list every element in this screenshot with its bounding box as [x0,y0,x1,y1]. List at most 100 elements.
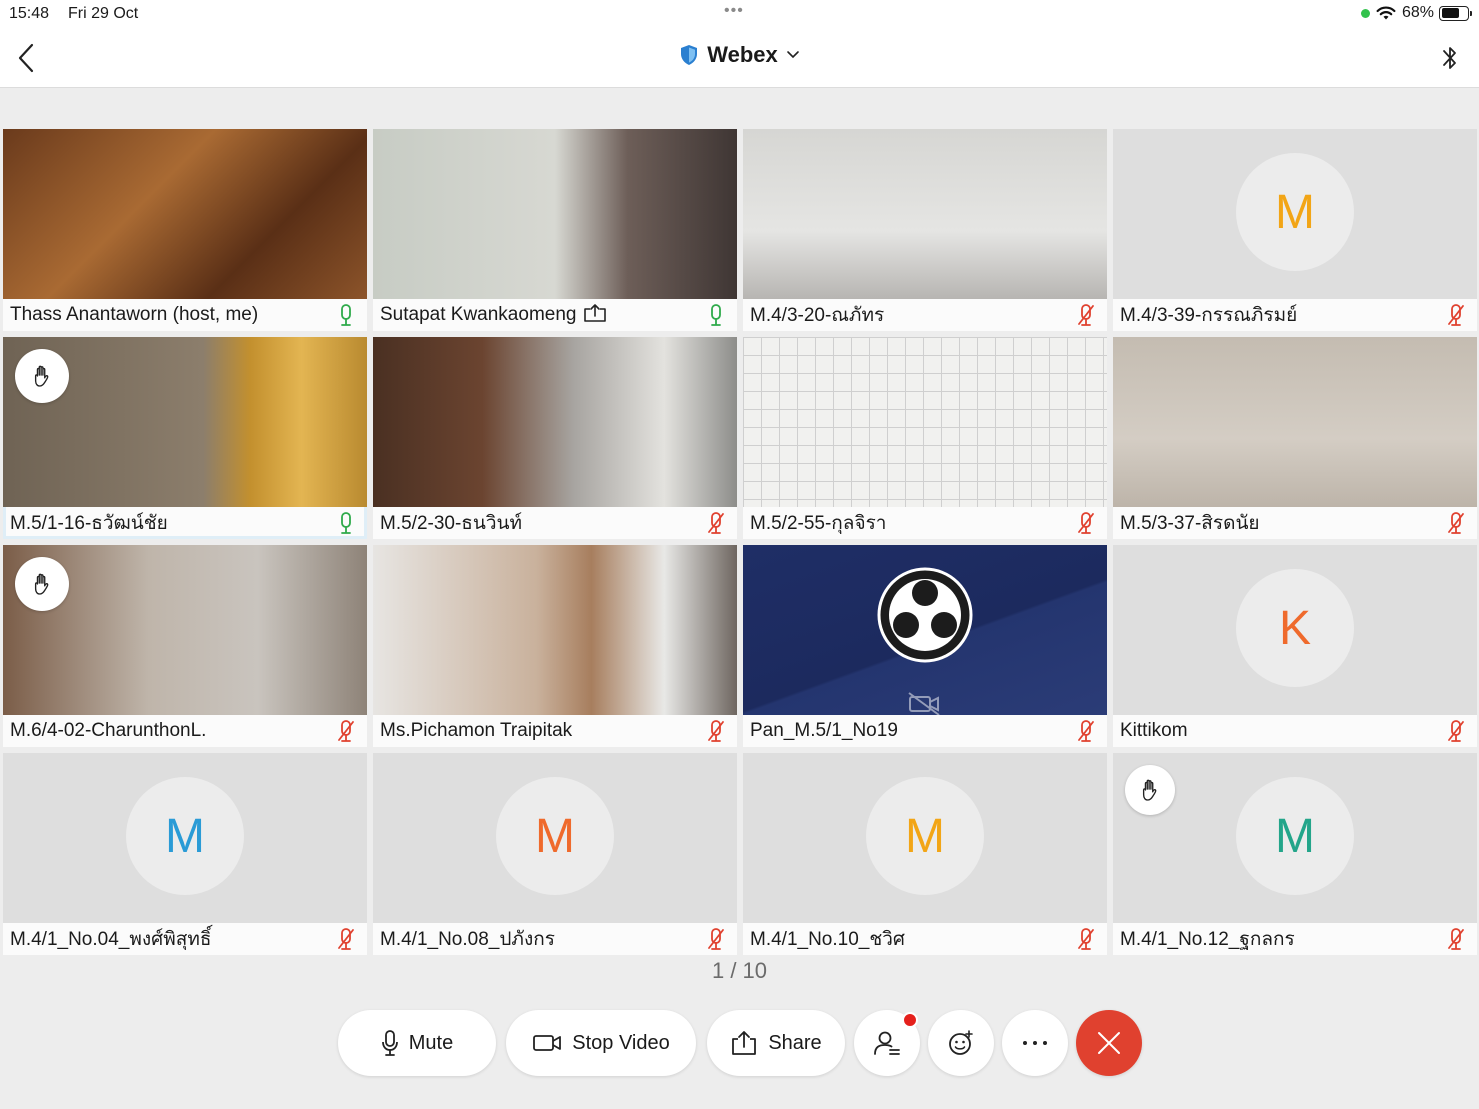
participant-tile[interactable]: Thass Anantaworn (host, me) [3,129,367,331]
participant-avatar: M [496,777,614,895]
microphone-muted-icon [1447,928,1465,950]
participant-label-bar: M.4/1_No.04_พงศ์พิสุทธิ์ [3,923,367,955]
participant-label-bar: Sutapat Kwankaomeng [373,299,737,331]
end-call-button[interactable] [1076,1010,1142,1076]
participant-label-bar: Pan_M.5/1_No19 [743,715,1107,747]
status-date: Fri 29 Oct [68,5,139,22]
participant-name: M.4/3-20-ณภัทร [750,305,885,326]
participant-tile[interactable]: M.5/1-16-ธวัฒน์ชัย [3,337,367,539]
participants-button[interactable] [854,1010,920,1076]
participant-tile[interactable]: Pan_M.5/1_No19 [743,545,1107,747]
status-time: 15:48 [9,5,50,22]
participant-label-bar: M.4/1_No.08_ปภังกร [373,923,737,955]
participant-name: Thass Anantaworn (host, me) [10,304,259,325]
microphone-muted-icon [1077,720,1095,742]
participant-tile[interactable]: M M.4/1_No.04_พงศ์พิสุทธิ์ [3,753,367,955]
camera-in-use-dot [1360,8,1370,18]
participant-tile[interactable]: M.5/3-37-สิรดนัย [1113,337,1477,539]
participants-icon [874,1031,900,1055]
microphone-icon [381,1030,398,1056]
participant-tile[interactable]: Sutapat Kwankaomeng [373,129,737,331]
participant-name: M.4/1_No.04_พงศ์พิสุทธิ์ [10,929,212,950]
participant-label-bar: Ms.Pichamon Traipitak [373,715,737,747]
participant-video [3,129,367,299]
participant-name: M.4/1_No.08_ปภังกร [380,929,555,950]
participant-name: M.4/1_No.10_ชวิศ [750,929,905,950]
microphone-muted-icon [1447,720,1465,742]
participant-name: M.5/3-37-สิรดนัย [1120,513,1260,534]
microphone-muted-icon [337,720,355,742]
participant-label-bar: M.5/1-16-ธวัฒน์ชัย [3,507,367,539]
participant-tile[interactable]: M.6/4-02-CharunthonL. [3,545,367,747]
participant-video [743,545,1107,716]
participant-label-bar: M.5/2-55-กุลจิรา [743,507,1107,539]
mute-label: Mute [408,1031,454,1054]
participant-label-bar: Thass Anantaworn (host, me) [3,299,367,331]
participant-label-bar: M.5/2-30-ธนวินท์ [373,507,737,539]
participant-name: Ms.Pichamon Traipitak [380,720,573,741]
participant-label-bar: M.6/4-02-CharunthonL. [3,715,367,747]
microphone-icon [337,512,355,534]
participant-avatar: M [866,777,984,895]
battery-percent: 68% [1401,4,1434,21]
microphone-muted-icon [707,720,725,742]
participant-label-bar: M.4/3-39-กรรณภิรมย์ [1113,299,1477,331]
microphone-muted-icon [707,928,725,950]
microphone-muted-icon [1077,512,1095,534]
participant-tile[interactable]: M M.4/3-39-กรรณภิรมย์ [1113,129,1477,331]
participant-tile[interactable]: K Kittikom [1113,545,1477,747]
status-indicators: 68% [1360,4,1472,22]
participant-video [1113,337,1477,507]
participant-tile[interactable]: M M.4/1_No.10_ชวิศ [743,753,1107,955]
participant-video [743,129,1107,299]
microphone-muted-icon [707,512,725,534]
mute-button[interactable]: Mute [338,1010,496,1076]
battery-icon [1439,5,1472,21]
participant-name: Kittikom [1120,720,1188,741]
participant-name: M.5/2-55-กุลจิรา [750,513,887,534]
bluetooth-icon[interactable] [1439,42,1461,74]
stop-video-button[interactable]: Stop Video [506,1010,696,1076]
raise-hand-icon [1125,765,1175,815]
shield-icon [681,45,698,65]
video-off-icon [908,692,940,716]
nav-bar: Webex [0,28,1479,88]
participant-name: M.6/4-02-CharunthonL. [10,720,207,741]
participant-name: M.4/1_No.12_ฐกลกร [1120,929,1295,950]
participant-tile[interactable]: M M.4/1_No.08_ปภังกร [373,753,737,955]
participant-avatar: M [126,777,244,895]
share-icon [732,1031,757,1055]
participant-label-bar: Kittikom [1113,715,1477,747]
chevron-down-icon [786,51,799,59]
participant-label-bar: M.4/1_No.10_ชวิศ [743,923,1107,955]
participant-tile[interactable]: M.4/3-20-ณภัทร [743,129,1107,331]
share-label: Share [768,1031,822,1054]
call-toolbar: Mute Stop Video Share [0,1010,1479,1076]
wifi-icon [1376,6,1396,20]
participant-tile[interactable]: M M.4/1_No.12_ฐกลกร [1113,753,1477,955]
participant-tile[interactable]: M.5/2-30-ธนวินท์ [373,337,737,539]
multitasking-dots[interactable]: ••• [724,2,744,20]
page-indicator: 1 / 10 [711,958,768,983]
reactions-button[interactable] [928,1010,994,1076]
microphone-muted-icon [1077,304,1095,326]
share-button[interactable]: Share [707,1010,845,1076]
emoji-icon [949,1030,973,1055]
notification-badge [902,1012,918,1028]
microphone-muted-icon [1077,928,1095,950]
meeting-title-dropdown[interactable]: Webex [0,42,1479,68]
participant-avatar: M [1236,153,1354,271]
participant-avatar: K [1236,569,1354,687]
microphone-icon [707,304,725,326]
participant-tile[interactable]: Ms.Pichamon Traipitak [373,545,737,747]
microphone-icon [337,304,355,326]
participant-name: Sutapat Kwankaomeng [380,304,577,325]
participant-video [743,337,1107,507]
microphone-muted-icon [1447,512,1465,534]
participant-video [373,337,737,507]
stop-video-label: Stop Video [572,1031,670,1054]
participant-tile[interactable]: M.5/2-55-กุลจิรา [743,337,1107,539]
participant-avatar: M [1236,777,1354,895]
more-options-button[interactable] [1002,1010,1068,1076]
participant-label-bar: M.4/1_No.12_ฐกลกร [1113,923,1477,955]
